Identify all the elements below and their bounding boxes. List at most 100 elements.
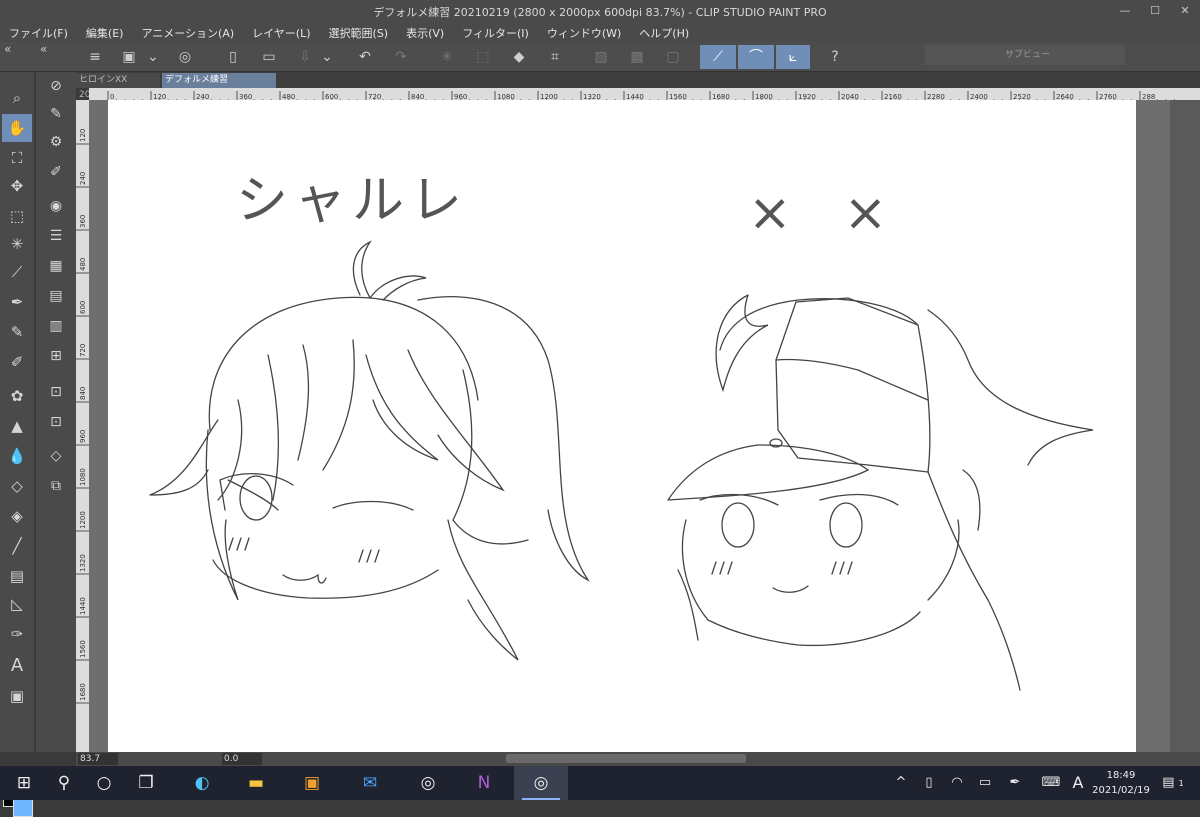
material-icon[interactable]: ⊞ bbox=[41, 342, 71, 370]
zoom-level[interactable]: 83.7 bbox=[78, 753, 118, 765]
brush-icon[interactable]: ✐ bbox=[2, 348, 32, 376]
snap-ruler-icon[interactable]: ⟋ bbox=[700, 45, 736, 69]
auto-select-icon[interactable]: ✳ bbox=[2, 230, 32, 258]
layer-icon[interactable]: ◇ bbox=[41, 442, 71, 470]
operation-icon[interactable]: ⛶ bbox=[2, 144, 32, 172]
chevron-down-icon[interactable]: ⌄ bbox=[318, 45, 336, 69]
collapse-sub-panel[interactable]: « bbox=[40, 42, 47, 60]
new-canvas-icon[interactable]: ▯ bbox=[220, 45, 246, 69]
sub-tool-icon[interactable]: ✎ bbox=[41, 100, 71, 128]
clip-studio-icon[interactable]: ◎ bbox=[172, 45, 198, 69]
file-explorer-icon[interactable]: ▬ bbox=[232, 766, 280, 800]
text-icon[interactable]: A bbox=[2, 652, 32, 680]
fill-bucket-icon[interactable]: ◈ bbox=[2, 502, 32, 530]
decoration-icon[interactable]: ✿ bbox=[2, 382, 32, 410]
frame-icon[interactable]: ◺ bbox=[2, 590, 32, 618]
crop-icon[interactable]: ⌗ bbox=[542, 45, 568, 69]
brush-size-icon[interactable]: ✐ bbox=[41, 158, 71, 186]
chevron-up-icon[interactable]: ^ bbox=[890, 766, 912, 800]
notification-icon[interactable]: ▤ 1 bbox=[1158, 766, 1188, 800]
clip-studio-paint-icon[interactable]: ◎ bbox=[514, 766, 568, 800]
figure-icon[interactable]: ╱ bbox=[2, 532, 32, 560]
horizontal-scrollbar[interactable] bbox=[506, 754, 746, 763]
menu-edit[interactable]: 編集(E) bbox=[77, 22, 133, 42]
fill-icon[interactable]: ◆ bbox=[506, 45, 532, 69]
zoom-icon[interactable]: ⌕ bbox=[2, 84, 32, 112]
color-set-icon[interactable]: ☰ bbox=[41, 222, 71, 250]
menu-layer[interactable]: レイヤー(L) bbox=[243, 22, 319, 42]
redo-icon[interactable]: ↷ bbox=[388, 45, 414, 69]
material-3d-icon[interactable]: ⊡ bbox=[41, 408, 71, 436]
loading-icon[interactable]: ✳ bbox=[434, 45, 460, 69]
network-icon[interactable]: ◠ bbox=[946, 766, 968, 800]
edge-icon[interactable]: ◐ bbox=[178, 766, 226, 800]
pencil-icon[interactable]: ✎ bbox=[2, 318, 32, 346]
intermediate-color-icon[interactable]: ▦ bbox=[41, 252, 71, 280]
clip-studio-launcher-icon[interactable]: ◎ bbox=[404, 766, 452, 800]
layer-property-icon[interactable]: ⧉ bbox=[41, 472, 71, 500]
tab-deformation-practice[interactable]: デフォルメ練習 20210219 ✕ bbox=[162, 73, 276, 100]
minimize-button[interactable]: — bbox=[1110, 0, 1140, 22]
transform-icon[interactable]: ⬚ bbox=[470, 45, 496, 69]
gradient-icon[interactable]: ▤ bbox=[2, 562, 32, 590]
undo-icon[interactable]: ↶ bbox=[352, 45, 378, 69]
airbrush-icon[interactable]: ▲ bbox=[2, 412, 32, 440]
drawing-canvas[interactable]: シャルレ × × bbox=[108, 100, 1136, 752]
right-panel-dock[interactable] bbox=[1170, 100, 1200, 752]
snap-grid-icon[interactable]: ⟀ bbox=[776, 45, 810, 69]
pen-tray-icon[interactable]: ✒ bbox=[1004, 766, 1026, 800]
task-view-icon[interactable]: ❐ bbox=[122, 766, 170, 800]
sketch-character-left bbox=[149, 240, 590, 661]
maximize-button[interactable]: ☐ bbox=[1140, 0, 1170, 22]
keyboard-icon[interactable]: ⌨ bbox=[1038, 766, 1064, 800]
snap-special-ruler-icon[interactable]: ⌒ bbox=[738, 45, 774, 69]
menu-help[interactable]: ヘルプ(H) bbox=[630, 22, 698, 42]
tool-property-icon[interactable]: ⚙ bbox=[41, 128, 71, 156]
clear-icon[interactable]: ▧ bbox=[588, 45, 614, 69]
blend-icon[interactable]: 💧 bbox=[2, 442, 32, 470]
subview-panel-header[interactable]: サブビュー bbox=[925, 45, 1125, 65]
onenote-icon[interactable]: N bbox=[460, 766, 508, 800]
close-button[interactable]: ✕ bbox=[1170, 0, 1200, 22]
move-icon[interactable]: ✥ bbox=[2, 172, 32, 200]
sub-color-swatch[interactable] bbox=[13, 797, 33, 817]
save-icon[interactable]: ⇩ bbox=[292, 45, 318, 69]
eyedropper-icon[interactable]: ⟋ bbox=[2, 258, 32, 286]
new-file-icon[interactable]: ▣ bbox=[116, 45, 142, 69]
hand-icon[interactable]: ✋ bbox=[2, 114, 32, 142]
menu-view[interactable]: 表示(V) bbox=[397, 22, 453, 42]
mail-icon[interactable]: ✉ bbox=[346, 766, 394, 800]
rotation-angle[interactable]: 0.0 bbox=[222, 753, 262, 765]
cortana-icon[interactable]: ○ bbox=[80, 766, 128, 800]
approximate-color-icon[interactable]: ▤ bbox=[41, 282, 71, 310]
sketch-label-left: シャルレ bbox=[236, 171, 468, 231]
menu-file[interactable]: ファイル(F) bbox=[0, 22, 77, 42]
menu-icon[interactable]: ≡ bbox=[82, 45, 108, 69]
open-folder-icon[interactable]: ▭ bbox=[256, 45, 282, 69]
eraser-icon[interactable]: ◇ bbox=[2, 472, 32, 500]
collapse-left-panel[interactable]: « bbox=[4, 42, 11, 60]
tab-heroine-xx[interactable]: ヒロインXX 20210... ✕ bbox=[76, 73, 160, 100]
color-history-icon[interactable]: ▥ bbox=[41, 312, 71, 340]
menu-filter[interactable]: フィルター(I) bbox=[453, 22, 538, 42]
menu-selection[interactable]: 選択範囲(S) bbox=[320, 22, 398, 42]
battery-icon[interactable]: ▭ bbox=[974, 766, 996, 800]
correct-line-icon[interactable]: ✑ bbox=[2, 620, 32, 648]
menu-animation[interactable]: アニメーション(A) bbox=[132, 22, 243, 42]
pen-icon[interactable]: ✒ bbox=[2, 288, 32, 316]
clock[interactable]: 18:49 2021/02/19 bbox=[1092, 768, 1150, 798]
ime-indicator[interactable]: A bbox=[1068, 766, 1088, 800]
clock-date: 2021/02/19 bbox=[1092, 785, 1150, 796]
selection-icon[interactable]: ⬚ bbox=[2, 202, 32, 230]
color-wheel-icon[interactable]: ◉ bbox=[41, 192, 71, 220]
navigator-icon[interactable]: ⊘ bbox=[41, 72, 71, 100]
balloon-icon[interactable]: ▣ bbox=[2, 682, 32, 710]
select-all-icon[interactable]: ▩ bbox=[624, 45, 650, 69]
chevron-down-icon[interactable]: ⌄ bbox=[144, 45, 162, 69]
material-image-icon[interactable]: ⊡ bbox=[41, 378, 71, 406]
device-icon[interactable]: ▯ bbox=[918, 766, 940, 800]
store-icon[interactable]: ▣ bbox=[288, 766, 336, 800]
deselect-icon[interactable]: ▢ bbox=[660, 45, 686, 69]
menu-window[interactable]: ウィンドウ(W) bbox=[538, 22, 630, 42]
help-icon[interactable]: ? bbox=[822, 45, 848, 69]
